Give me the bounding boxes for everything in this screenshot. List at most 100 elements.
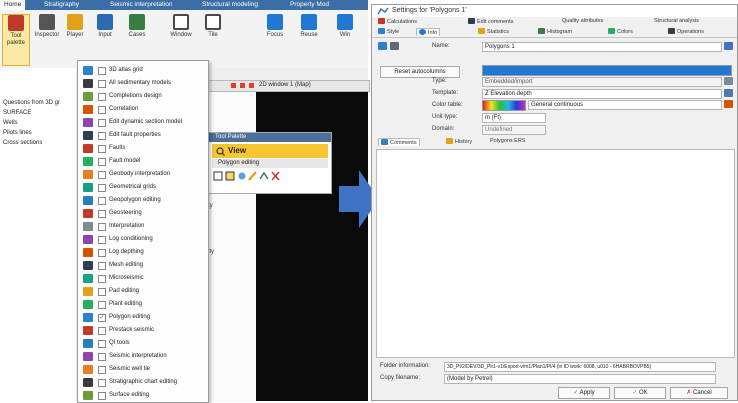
dropdown-item[interactable]: Mesh editing [78,259,208,272]
checkbox[interactable] [98,184,106,192]
dropdown-item[interactable]: Geobody interpretation [78,168,208,181]
tab-statistics[interactable]: Statistics [478,28,509,35]
dropdown-item[interactable]: Prestack seismic [78,324,208,337]
reuse-button[interactable]: Reuse [296,14,322,39]
cases-button[interactable]: Cases [124,14,150,39]
checkbox[interactable] [98,158,106,166]
checkbox[interactable] [98,145,106,153]
dropdown-item[interactable]: Plant editing [78,298,208,311]
checkbox[interactable] [98,327,106,335]
window-button[interactable]: Window [168,14,194,39]
unit-field[interactable]: m (Ft) [482,113,546,123]
checkbox[interactable] [98,288,106,296]
checkbox[interactable] [98,301,106,309]
dropdown-item[interactable]: Log conditioning [78,233,208,246]
checkbox[interactable] [98,197,106,205]
checkbox[interactable] [98,262,106,270]
checkbox[interactable] [98,223,106,231]
dropdown-item[interactable]: Geosteering [78,207,208,220]
subtab-history[interactable]: History [446,138,472,145]
dropdown-item[interactable]: ✓ Polygon editing [78,311,208,324]
checkbox[interactable] [98,106,106,114]
dropdown-item[interactable]: Stratigraphic chart editing [78,376,208,389]
tool-palette-title-bar[interactable]: Tool Palette [209,133,331,142]
polygon-color-bar[interactable] [482,65,732,76]
checkbox[interactable] [98,379,106,387]
tab-stratigraphy[interactable]: Stratigraphy [44,1,79,8]
tab-property-modeling[interactable]: Property Mod [290,1,329,8]
cancel-button[interactable]: ✗ Cancel [670,387,728,399]
checkbox[interactable] [98,340,106,348]
checkbox[interactable]: ✓ [98,314,106,322]
checkbox[interactable] [98,171,106,179]
tab-style[interactable]: Style [378,28,399,35]
checkbox[interactable] [98,119,106,127]
dropdown-item[interactable]: Geopolygon editing [78,194,208,207]
dropdown-item[interactable]: Edit dynamic section model [78,116,208,129]
color-table-select[interactable]: General continuous [528,100,722,110]
view-section[interactable]: View [212,144,328,158]
color-picker-icon[interactable] [724,42,733,50]
tab-colors[interactable]: Colors [608,28,633,35]
win-button[interactable]: Win [332,14,358,39]
dropdown-item[interactable]: Log depthing [78,246,208,259]
dropdown-item[interactable]: Fault model [78,155,208,168]
dropdown-item[interactable]: Surface editing [78,389,208,402]
tab-edit-comments[interactable]: Edit comments [468,18,513,25]
dropdown-item[interactable]: Correlation [78,103,208,116]
inspector-button[interactable]: Inspector [34,14,60,39]
template-select[interactable]: Z Elevation depth [482,89,722,99]
comments-textarea[interactable] [376,149,735,358]
tab-structural-analysis[interactable]: Structural analysis [654,18,699,24]
dropdown-item[interactable]: Edit fault properties [78,129,208,142]
polygon-tools-icons[interactable] [212,170,328,182]
dropdown-item[interactable]: Faults [78,142,208,155]
dropdown-item[interactable]: Seismic well tie [78,363,208,376]
polygon-editing-section[interactable]: Polygon editing [212,159,328,168]
tree-item[interactable]: Cross sections [3,140,42,146]
tab-quality-attributes[interactable]: Quality attributes [562,18,603,24]
tab-structural-modeling[interactable]: Structural modeling [202,1,258,8]
subtab-comments[interactable]: Comments [378,138,420,146]
checkbox[interactable] [98,67,106,75]
tree-item[interactable]: SURFACE [3,110,31,116]
checkbox[interactable] [98,249,106,257]
tree-item[interactable]: Pilots lines [3,130,32,136]
checkbox[interactable] [98,132,106,140]
list-view-icon[interactable] [390,42,399,50]
window-controls-icon[interactable] [231,82,257,90]
apply-button[interactable]: ✓ Apply [558,387,610,399]
ok-button[interactable]: ✓ OK [614,387,666,399]
checkbox[interactable] [98,236,106,244]
checkbox[interactable] [98,392,106,400]
checkbox[interactable] [98,353,106,361]
input-button[interactable]: Input [92,14,118,39]
tool-palette-button[interactable]: Tool palette [2,14,30,66]
name-field[interactable]: Polygons 1 [482,42,722,52]
template-icon[interactable] [724,89,733,97]
checkbox[interactable] [98,366,106,374]
reset-autocolumns-button[interactable]: Reset autocolumns [380,66,460,78]
player-button[interactable]: Player [62,14,88,39]
color-table-swatch[interactable] [482,100,526,111]
tree-item[interactable]: Wells [3,120,18,126]
dropdown-item[interactable]: All sedimentary models [78,77,208,90]
tab-calculations[interactable]: Calculations [378,18,417,25]
checkbox[interactable] [98,93,106,101]
dropdown-item[interactable]: QI tools [78,337,208,350]
checkbox[interactable] [98,275,106,283]
grid-view-icon[interactable] [378,42,387,50]
tab-home[interactable]: Home [0,0,26,10]
subtab-polygons-ers[interactable]: Polygons ERS [490,138,525,144]
dialog-title-bar[interactable]: Settings for 'Polygons 1' [372,5,737,17]
checkbox[interactable] [98,210,106,218]
tab-histogram[interactable]: Histogram [538,28,572,35]
tree-item[interactable]: Questions from 3D gr [3,100,60,106]
tile-button[interactable]: Tile [200,14,226,39]
tab-info[interactable]: Info [416,28,441,36]
focus-button[interactable]: Focus [262,14,288,39]
dropdown-item[interactable]: 3D atlas grid [78,64,208,77]
dropdown-item[interactable]: Completions design [78,90,208,103]
dropdown-item[interactable]: Geometrical grids [78,181,208,194]
tab-operations[interactable]: Operations [668,28,704,35]
